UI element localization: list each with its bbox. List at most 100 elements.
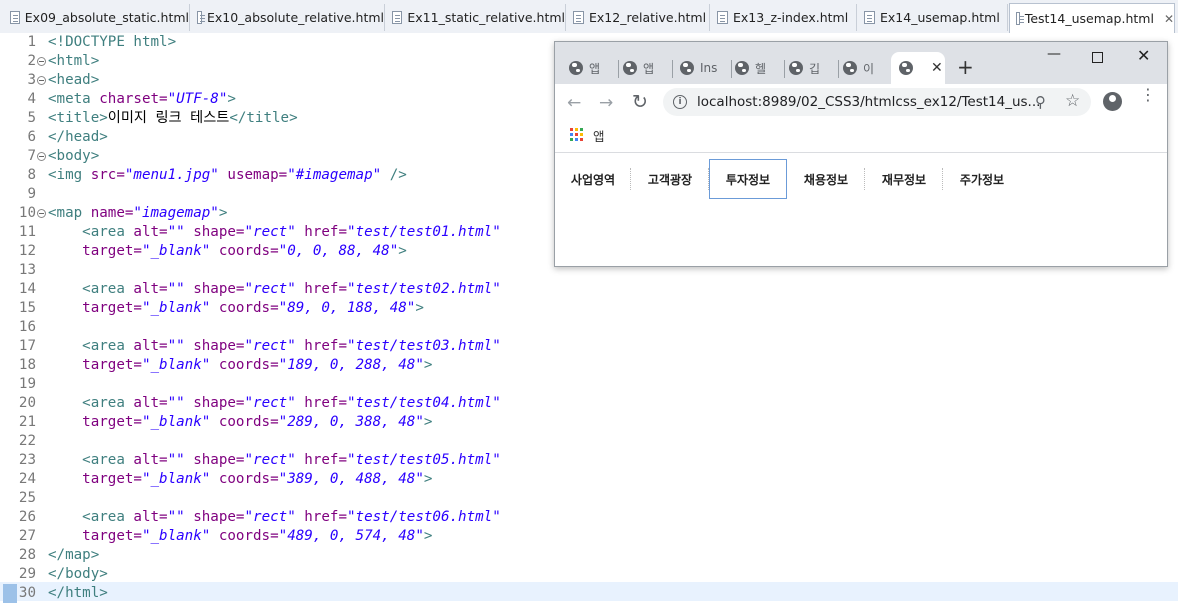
fold-icon[interactable]: [37, 152, 46, 161]
line-number: 3: [0, 71, 46, 90]
browser-tab[interactable]: 이: [843, 54, 889, 82]
menu-item-business[interactable]: 사업영역: [555, 159, 631, 199]
cursor-line-marker: [3, 584, 17, 603]
html-file-icon: [392, 11, 403, 24]
line-number: 11: [18, 224, 36, 240]
code-line: <area alt="" shape="rect" href="test/tes…: [48, 395, 501, 411]
code-line: </map>: [48, 547, 100, 563]
editor-tab[interactable]: Ex09_absolute_static.html: [4, 4, 190, 31]
code-line: <body>: [48, 148, 100, 164]
html-file-icon: [1016, 12, 1024, 25]
page-viewport: 사업영역 고객광장 투자정보 채용정보 재무정보 주가정보: [555, 153, 1167, 266]
maximize-button[interactable]: [1092, 52, 1103, 63]
close-tab-icon[interactable]: ✕: [1164, 12, 1174, 26]
browser-tab-strip: 앱 앱 Ins 헬 깁 이 ✕ + — ✕: [555, 42, 1167, 84]
line-number: 18: [18, 357, 36, 373]
profile-avatar-icon[interactable]: [1103, 92, 1122, 111]
editor-tab[interactable]: Ex12_relative.html: [567, 4, 710, 31]
code-line: <img src="menu1.jpg" usemap="#imagemap" …: [48, 167, 407, 183]
info-icon[interactable]: i: [673, 95, 687, 109]
close-tab-icon[interactable]: ✕: [931, 60, 943, 76]
line-number: 27: [18, 528, 36, 544]
url-text[interactable]: localhost:8989/02_CSS3/htmlcss_ex12/Test…: [697, 94, 1040, 110]
editor-tab-label: Test14_usemap.html: [1024, 11, 1154, 26]
reload-button[interactable]: ↻: [632, 91, 648, 113]
editor-tab-label: Ex13_z-index.html: [733, 10, 849, 25]
line-number: 20: [18, 395, 36, 411]
new-tab-button[interactable]: +: [957, 55, 974, 79]
code-line: </html>: [48, 585, 108, 601]
menu-item-stock[interactable]: 주가정보: [943, 159, 1021, 199]
line-number: 1: [27, 34, 36, 50]
forward-button[interactable]: →: [599, 93, 613, 113]
editor-tab-label: Ex12_relative.html: [589, 10, 707, 25]
editor-tab-label: Ex14_usemap.html: [880, 10, 1000, 25]
zoom-icon[interactable]: ⚲: [1035, 93, 1046, 111]
menu-item-investment[interactable]: 투자정보: [709, 159, 787, 199]
browser-tab-label: Ins: [700, 61, 718, 75]
globe-icon: [843, 61, 857, 75]
html-file-icon: [197, 11, 205, 24]
browser-tab[interactable]: 앱: [569, 54, 619, 82]
code-line: target="_blank" coords="289, 0, 388, 48"…: [82, 414, 433, 430]
line-number: 25: [18, 490, 36, 506]
browser-tab-label: 이: [863, 61, 875, 76]
code-text[interactable]: <!DOCTYPE html> <html> <head> <meta char…: [48, 33, 501, 603]
editor-tab[interactable]: Ex13_z-index.html: [711, 4, 857, 31]
minimize-button[interactable]: —: [1047, 46, 1061, 62]
menu-kebab-icon[interactable]: ⋮: [1140, 87, 1156, 103]
line-number: 28: [18, 547, 36, 563]
back-button[interactable]: ←: [567, 93, 581, 113]
browser-tab-label: 앱: [643, 61, 655, 76]
code-line: target="_blank" coords="189, 0, 288, 48"…: [82, 357, 433, 373]
fold-icon[interactable]: [37, 76, 46, 85]
code-line: <area alt="" shape="rect" href="test/tes…: [48, 338, 501, 354]
line-number: 13: [18, 262, 36, 278]
code-line: <area alt="" shape="rect" href="test/tes…: [48, 281, 501, 297]
browser-tab[interactable]: Ins: [680, 54, 732, 82]
code-line: target="_blank" coords="489, 0, 574, 48"…: [82, 528, 433, 544]
html-file-icon: [10, 11, 20, 24]
menu-item-customer[interactable]: 고객광장: [631, 159, 709, 199]
globe-icon: [569, 61, 583, 75]
browser-tab-label: 앱: [589, 61, 601, 76]
line-number: 22: [18, 433, 36, 449]
html-file-icon: [717, 11, 728, 24]
browser-tab-active[interactable]: ✕: [891, 52, 945, 84]
editor-tab-active[interactable]: Test14_usemap.html ✕: [1009, 3, 1175, 33]
menu-item-recruit[interactable]: 채용정보: [787, 159, 865, 199]
html-file-icon: [573, 11, 584, 24]
line-number: 26: [18, 509, 36, 525]
browser-tab-label: 헬: [755, 61, 767, 76]
code-line: <area alt="" shape="rect" href="test/tes…: [48, 224, 501, 240]
fold-icon[interactable]: [37, 209, 46, 218]
close-window-button[interactable]: ✕: [1137, 46, 1150, 65]
apps-bookmark-label[interactable]: 앱: [593, 126, 605, 145]
editor-tab[interactable]: Ex10_absolute_relative.html: [191, 4, 385, 31]
editor-tab[interactable]: Ex14_usemap.html: [858, 4, 1008, 31]
apps-grid-icon[interactable]: [570, 128, 583, 141]
line-number: 10: [0, 204, 46, 223]
bookmark-star-icon[interactable]: ☆: [1065, 91, 1080, 111]
line-number: 21: [18, 414, 36, 430]
menu-item-finance[interactable]: 재무정보: [865, 159, 943, 199]
fold-icon[interactable]: [37, 57, 46, 66]
html-file-icon: [864, 11, 875, 24]
browser-tab[interactable]: 헬: [735, 54, 785, 82]
line-number: 5: [27, 110, 36, 126]
address-bar[interactable]: i localhost:8989/02_CSS3/htmlcss_ex12/Te…: [663, 88, 1091, 116]
bookmarks-bar: 앱: [555, 120, 1167, 153]
line-number: 15: [18, 300, 36, 316]
line-number-gutter: 1 2 3 4 5 6 7 8 9 10 11 12 13 14 15 16 1…: [0, 33, 46, 603]
line-number: 14: [18, 281, 36, 297]
editor-tab-bar: Ex09_absolute_static.html Ex10_absolute_…: [0, 0, 1178, 34]
line-number: 12: [18, 243, 36, 259]
editor-tab[interactable]: Ex11_static_relative.html: [386, 4, 566, 31]
browser-tab[interactable]: 깁: [789, 54, 839, 82]
browser-window[interactable]: 앱 앱 Ins 헬 깁 이 ✕ + — ✕ ← → ↻ i localhost:…: [554, 41, 1168, 267]
line-number: 7: [0, 147, 46, 166]
browser-tab[interactable]: 앱: [623, 54, 673, 82]
